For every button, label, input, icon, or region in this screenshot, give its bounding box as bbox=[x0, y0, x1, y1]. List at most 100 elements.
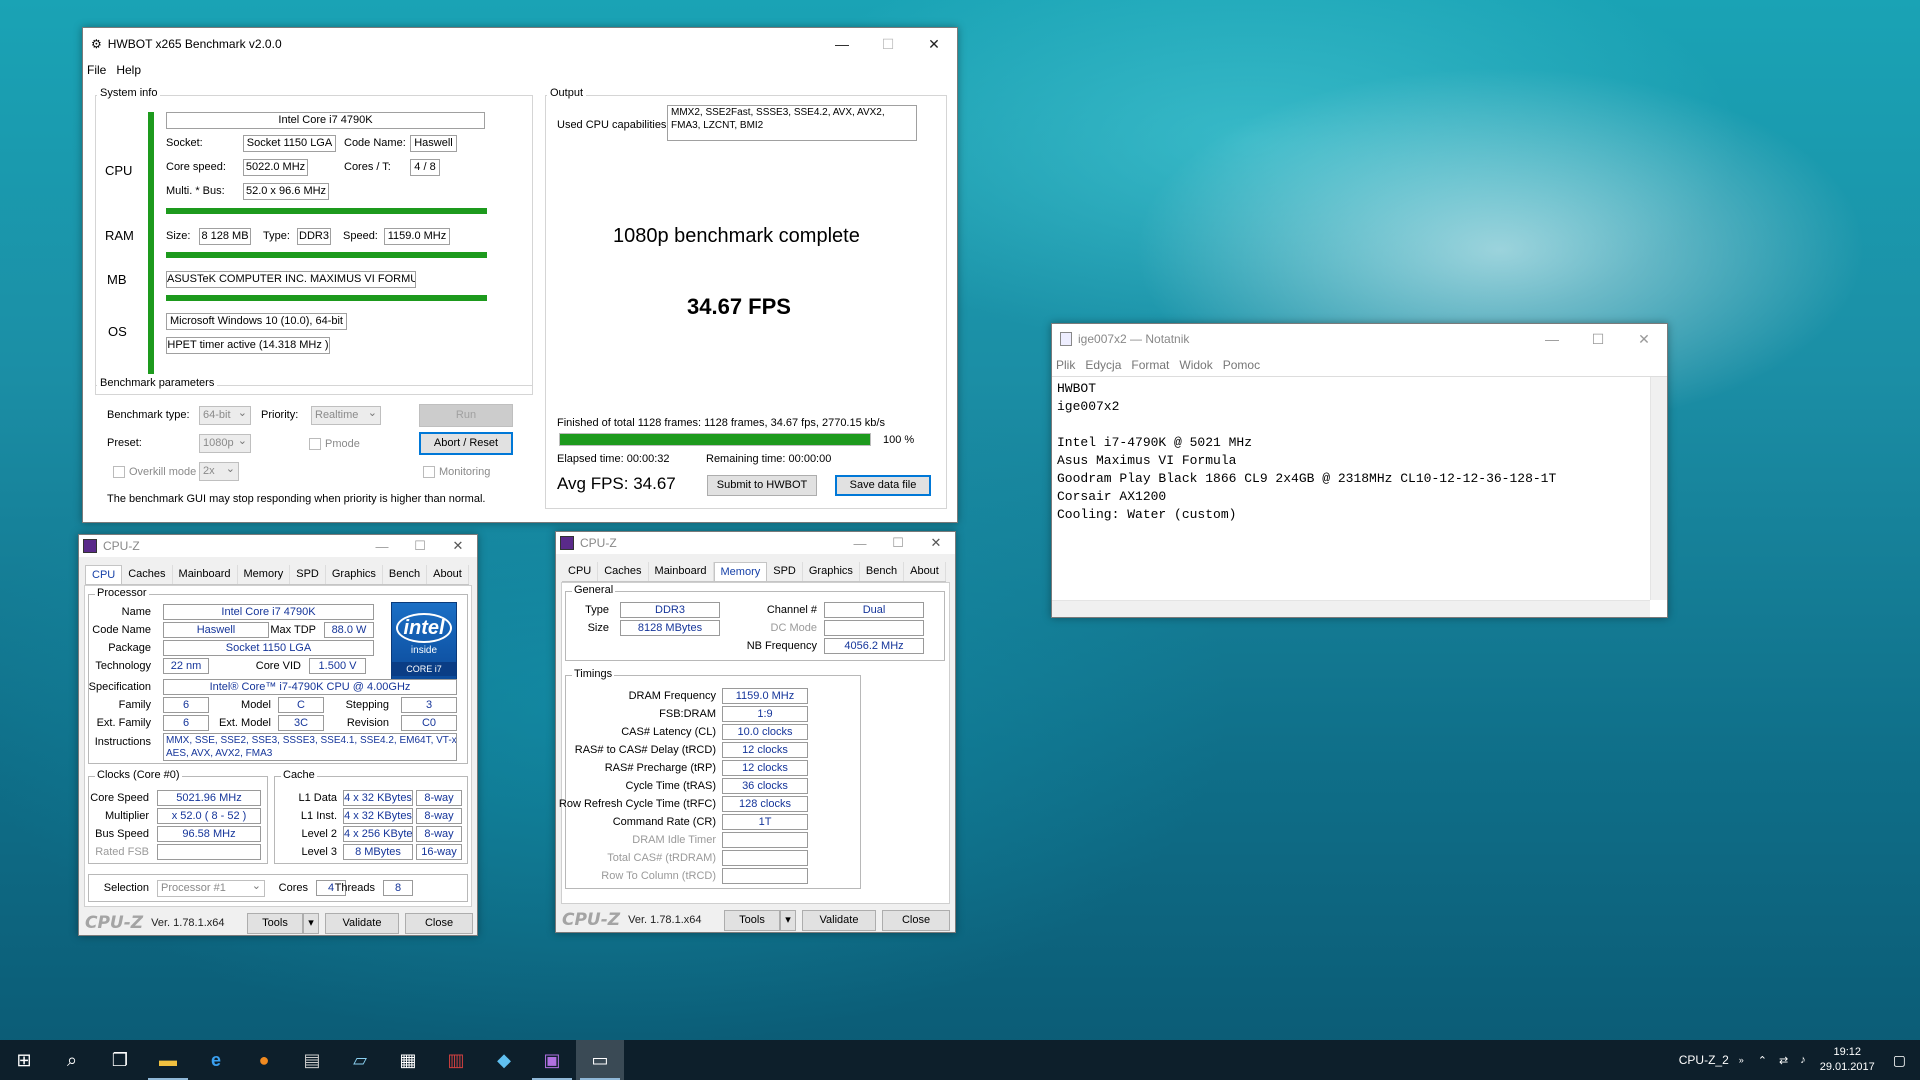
preset-select[interactable]: 1080p bbox=[199, 433, 251, 453]
tab-bench[interactable]: Bench bbox=[860, 562, 905, 581]
tab-caches[interactable]: Caches bbox=[122, 565, 173, 584]
overkill-select[interactable]: 2x bbox=[199, 461, 239, 481]
technology-label: Technology bbox=[95, 660, 151, 672]
minimize-icon[interactable]: — bbox=[841, 532, 879, 554]
overkill-checkbox[interactable] bbox=[113, 466, 125, 478]
priority-select[interactable]: Realtime bbox=[311, 405, 381, 425]
maximize-icon[interactable]: ☐ bbox=[401, 535, 439, 557]
overflow-icon[interactable]: » bbox=[1739, 1055, 1744, 1065]
cpuz1-titlebar[interactable]: CPU-Z — ☐ ✕ bbox=[79, 535, 477, 557]
tab-caches[interactable]: Caches bbox=[598, 562, 649, 581]
close-button[interactable]: Close bbox=[882, 910, 950, 931]
tools-button[interactable]: Tools bbox=[724, 910, 780, 931]
progress-fill bbox=[560, 434, 870, 445]
firefox-icon[interactable]: ● bbox=[240, 1040, 288, 1080]
cores-label: Cores bbox=[278, 882, 308, 894]
pmode-checkbox[interactable] bbox=[309, 438, 321, 450]
tab-about[interactable]: About bbox=[904, 562, 946, 581]
maximize-icon[interactable]: ☐ bbox=[865, 28, 911, 60]
tab-spd[interactable]: SPD bbox=[290, 565, 326, 584]
tray-label[interactable]: CPU-Z_2 bbox=[1679, 1053, 1729, 1067]
menu-plik[interactable]: Plik bbox=[1056, 358, 1075, 372]
tab-memory[interactable]: Memory bbox=[713, 562, 768, 581]
notification-icon[interactable]: ▢ bbox=[1893, 1052, 1906, 1069]
horizontal-scrollbar[interactable] bbox=[1052, 600, 1650, 617]
menu-widok[interactable]: Widok bbox=[1179, 358, 1212, 372]
tools-dropdown-icon[interactable]: ▾ bbox=[780, 910, 796, 931]
chevron-up-icon[interactable]: ⌃ bbox=[1758, 1054, 1767, 1067]
close-icon[interactable]: ✕ bbox=[439, 535, 477, 557]
archive-icon[interactable]: ▥ bbox=[432, 1040, 480, 1080]
cpuz2-titlebar[interactable]: CPU-Z — ☐ ✕ bbox=[556, 532, 955, 554]
notepad-titlebar[interactable]: ige007x2 — Notatnik — ☐ ✕ bbox=[1052, 324, 1667, 354]
tab-spd[interactable]: SPD bbox=[767, 562, 803, 581]
benchmark-type-select[interactable]: 64-bit bbox=[199, 405, 251, 425]
tab-graphics[interactable]: Graphics bbox=[326, 565, 383, 584]
submit-hwbot-button[interactable]: Submit to HWBOT bbox=[707, 475, 817, 496]
minimize-icon[interactable]: — bbox=[819, 28, 865, 60]
close-icon[interactable]: ✕ bbox=[1621, 324, 1667, 354]
vertical-scrollbar[interactable] bbox=[1650, 377, 1667, 600]
stepping-field: 3 bbox=[401, 697, 457, 713]
extmodel-field: 3C bbox=[278, 715, 324, 731]
tab-mainboard[interactable]: Mainboard bbox=[649, 562, 714, 581]
close-icon[interactable]: ✕ bbox=[911, 28, 957, 60]
edge-icon[interactable]: e bbox=[192, 1040, 240, 1080]
hwbot-menubar: File Help bbox=[83, 60, 957, 80]
run-button[interactable]: Run bbox=[419, 404, 513, 427]
menu-pomoc[interactable]: Pomoc bbox=[1223, 358, 1260, 372]
search-icon[interactable]: ⌕ bbox=[48, 1040, 96, 1080]
tab-bench[interactable]: Bench bbox=[383, 565, 428, 584]
minimize-icon[interactable]: — bbox=[363, 535, 401, 557]
timing-label: RAS# to CAS# Delay (tRCD) bbox=[574, 744, 716, 756]
notepad-line: ige007x2 bbox=[1057, 399, 1120, 414]
menu-file[interactable]: File bbox=[87, 63, 106, 77]
minimize-icon[interactable]: — bbox=[1529, 324, 1575, 354]
params-title: Benchmark parameters bbox=[97, 377, 218, 389]
monitoring-checkbox[interactable] bbox=[423, 466, 435, 478]
notepad-line: Asus Maximus VI Formula bbox=[1057, 453, 1237, 468]
close-button[interactable]: Close bbox=[405, 913, 473, 934]
codename-label: Code Name: bbox=[344, 137, 406, 149]
notepad-taskbar-icon[interactable]: ▱ bbox=[336, 1040, 384, 1080]
package-label: Package bbox=[108, 642, 151, 654]
tab-cpu[interactable]: CPU bbox=[562, 562, 599, 581]
tab-graphics[interactable]: Graphics bbox=[803, 562, 860, 581]
tools-button[interactable]: Tools bbox=[247, 913, 303, 934]
hwbot-titlebar[interactable]: ⚙ HWBOT x265 Benchmark v2.0.0 — ☐ ✕ bbox=[83, 28, 957, 60]
tools-dropdown-icon[interactable]: ▾ bbox=[303, 913, 319, 934]
abort-reset-button[interactable]: Abort / Reset bbox=[419, 432, 513, 455]
hwinfo-icon[interactable]: ◆ bbox=[480, 1040, 528, 1080]
mem-size-field: 8128 MBytes bbox=[620, 620, 720, 636]
network-icon[interactable]: ⇄ bbox=[1779, 1054, 1788, 1067]
close-icon[interactable]: ✕ bbox=[917, 532, 955, 554]
selection-select[interactable]: Processor #1 bbox=[157, 879, 265, 897]
task-view-icon[interactable]: ❐ bbox=[96, 1040, 144, 1080]
notepad-text-area[interactable]: HWBOT ige007x2 Intel i7-4790K @ 5021 MHz A… bbox=[1052, 376, 1667, 617]
save-data-button[interactable]: Save data file bbox=[835, 475, 931, 496]
channel-label: Channel # bbox=[766, 604, 817, 616]
menu-help[interactable]: Help bbox=[116, 63, 141, 77]
tab-about[interactable]: About bbox=[427, 565, 469, 584]
app-icon[interactable]: ▤ bbox=[288, 1040, 336, 1080]
volume-icon[interactable]: ♪ bbox=[1800, 1054, 1806, 1066]
tab-cpu[interactable]: CPU bbox=[85, 565, 123, 584]
maximize-icon[interactable]: ☐ bbox=[1575, 324, 1621, 354]
menu-edycja[interactable]: Edycja bbox=[1085, 358, 1121, 372]
caps-line-1: MMX2, SSE2Fast, SSSE3, SSE4.2, AVX, AVX2… bbox=[671, 107, 885, 118]
mb-separator-bar bbox=[166, 295, 487, 301]
tab-mainboard[interactable]: Mainboard bbox=[173, 565, 238, 584]
technology-field: 22 nm bbox=[163, 658, 209, 674]
cpuz-taskbar-icon[interactable]: ▣ bbox=[528, 1040, 576, 1080]
hwbot-taskbar-icon[interactable]: ▭ bbox=[576, 1040, 624, 1080]
tab-memory[interactable]: Memory bbox=[238, 565, 291, 584]
maximize-icon[interactable]: ☐ bbox=[879, 532, 917, 554]
start-windows-icon[interactable]: ⊞ bbox=[0, 1040, 48, 1080]
cores-field: 4 / 8 bbox=[410, 159, 440, 176]
calculator-icon[interactable]: ▦ bbox=[384, 1040, 432, 1080]
validate-button[interactable]: Validate bbox=[802, 910, 876, 931]
file-explorer-icon[interactable]: ▬ bbox=[144, 1040, 192, 1080]
menu-format[interactable]: Format bbox=[1131, 358, 1169, 372]
validate-button[interactable]: Validate bbox=[325, 913, 399, 934]
clock[interactable]: 19:12 29.01.2017 bbox=[1820, 1045, 1875, 1075]
